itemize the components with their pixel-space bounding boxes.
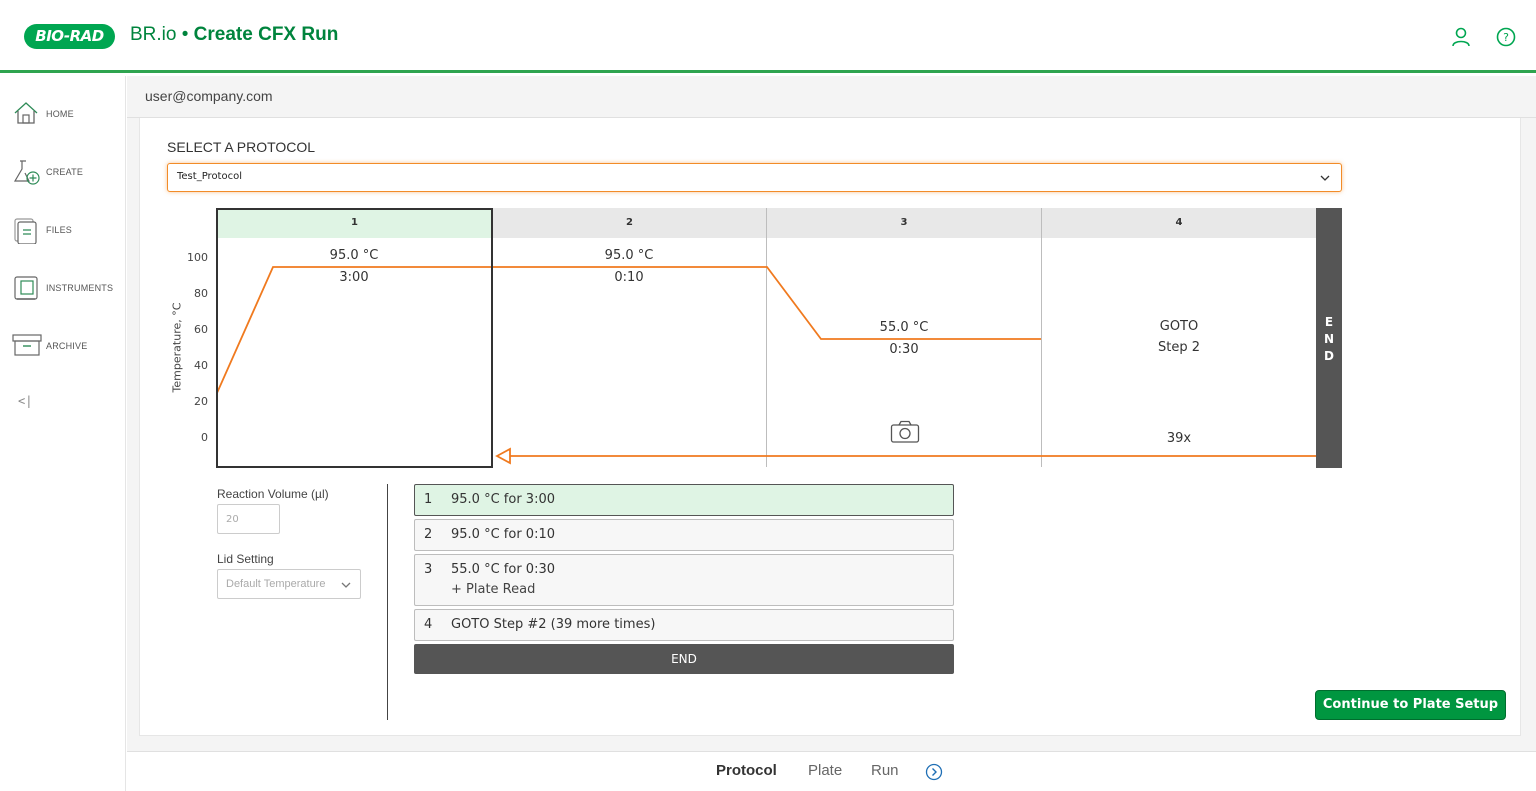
sidebar-item-label: FILES [46,225,73,235]
sidebar-item-label: ARCHIVE [46,341,88,351]
y-tick-label: 0 [201,431,208,444]
instrument-icon [14,276,38,300]
app-title: BR.io • Create CFX Run [130,24,338,46]
step-description: GOTO Step #2 (39 more times) [451,617,656,632]
reaction-volume-label: Reaction Volume (µl) [217,487,329,501]
step-description: 95.0 °C for 0:10 [451,527,555,542]
step-2-time[interactable]: 0:10 [569,270,689,285]
lid-setting-label: Lid Setting [217,552,274,566]
y-tick-label: 100 [187,251,208,264]
step-number: 1 [424,492,433,507]
step-list-item-3[interactable]: 3 55.0 °C for 0:30 + Plate Read [414,554,954,606]
sidebar-item-label: CREATE [46,167,84,177]
home-icon [14,102,38,124]
end-letter: N [1323,332,1335,346]
y-tick-label: 20 [194,395,208,408]
lid-setting-value: Default Temperature [226,578,326,590]
step-number: 3 [424,562,433,577]
sidebar: HOME CREATE FILES INSTRUMENTS ARCHIVE <| [0,76,126,791]
tab-run[interactable]: Run [871,762,899,779]
page-title: Create CFX Run [193,24,339,45]
files-icon [14,218,37,244]
step-2-temp[interactable]: 95.0 °C [569,248,689,263]
graph-end-marker[interactable]: E N D [1316,208,1342,468]
flask-plus-icon [13,160,40,185]
chevron-down-icon [341,582,351,588]
app-header: BIO-RAD BR.io • Create CFX Run ? [0,0,1536,73]
tab-protocol[interactable]: Protocol [716,762,777,779]
camera-icon [890,420,920,443]
step-4-goto-step[interactable]: Step 2 [1119,340,1239,355]
user-email: user@company.com [145,88,273,104]
step-description: 55.0 °C for 0:30 [451,562,555,577]
step-4-repeat[interactable]: 39x [1119,431,1239,446]
chevron-down-icon [1320,175,1330,181]
step-3-time[interactable]: 0:30 [844,342,964,357]
protocol-select[interactable]: Test_Protocol [167,163,1342,192]
collapse-sidebar-button[interactable]: <| [18,394,32,408]
step-3-temp[interactable]: 55.0 °C [844,320,964,335]
continue-to-plate-setup-button[interactable]: Continue to Plate Setup [1315,690,1506,720]
sidebar-item-files[interactable]: FILES [10,216,120,246]
step-plate-read: + Plate Read [451,582,536,597]
svg-text:?: ? [1503,31,1509,44]
bio-rad-logo[interactable]: BIO-RAD [24,24,115,49]
step-4-goto[interactable]: GOTO [1119,319,1239,334]
user-bar: user@company.com [127,76,1536,118]
step-1-temp[interactable]: 95.0 °C [294,248,414,263]
step-list-item-1[interactable]: 1 95.0 °C for 3:00 [414,484,954,516]
next-arrow-icon[interactable] [925,763,943,781]
tab-plate[interactable]: Plate [808,762,842,779]
step-description: 95.0 °C for 3:00 [451,492,555,507]
sidebar-item-label: HOME [46,109,74,119]
user-icon[interactable] [1450,26,1472,48]
sidebar-item-archive[interactable]: ARCHIVE [10,332,120,362]
settings-divider [387,484,388,720]
lid-setting-select[interactable]: Default Temperature [217,569,361,599]
step-1-time[interactable]: 3:00 [294,270,414,285]
reaction-volume-input[interactable]: 20 [217,504,280,534]
step-list-end[interactable]: END [414,644,954,674]
help-icon[interactable]: ? [1495,26,1517,48]
end-letter: D [1324,349,1334,363]
protocol-select-value: Test_Protocol [177,171,242,182]
select-protocol-label: SELECT A PROTOCOL [167,139,316,155]
y-tick-label: 40 [194,359,208,372]
step-number: 2 [424,527,433,542]
temperature-profile [216,208,1316,468]
protocol-graph: 1 2 3 4 95.0 °C 3:00 95.0 °C 0:10 55.0 °… [216,207,1342,468]
y-tick-label: 60 [194,323,208,336]
end-letter: E [1324,315,1334,329]
sidebar-item-label: INSTRUMENTS [46,283,114,293]
step-list-item-4[interactable]: 4 GOTO Step #2 (39 more times) [414,609,954,641]
step-list-item-2[interactable]: 2 95.0 °C for 0:10 [414,519,954,551]
archive-icon [12,334,42,356]
step-number: 4 [424,617,433,632]
app-name: BR.io • [130,24,194,45]
sidebar-item-instruments[interactable]: INSTRUMENTS [10,274,120,304]
sidebar-item-create[interactable]: CREATE [10,158,120,188]
sidebar-item-home[interactable]: HOME [10,100,120,130]
y-tick-label: 80 [194,287,208,300]
